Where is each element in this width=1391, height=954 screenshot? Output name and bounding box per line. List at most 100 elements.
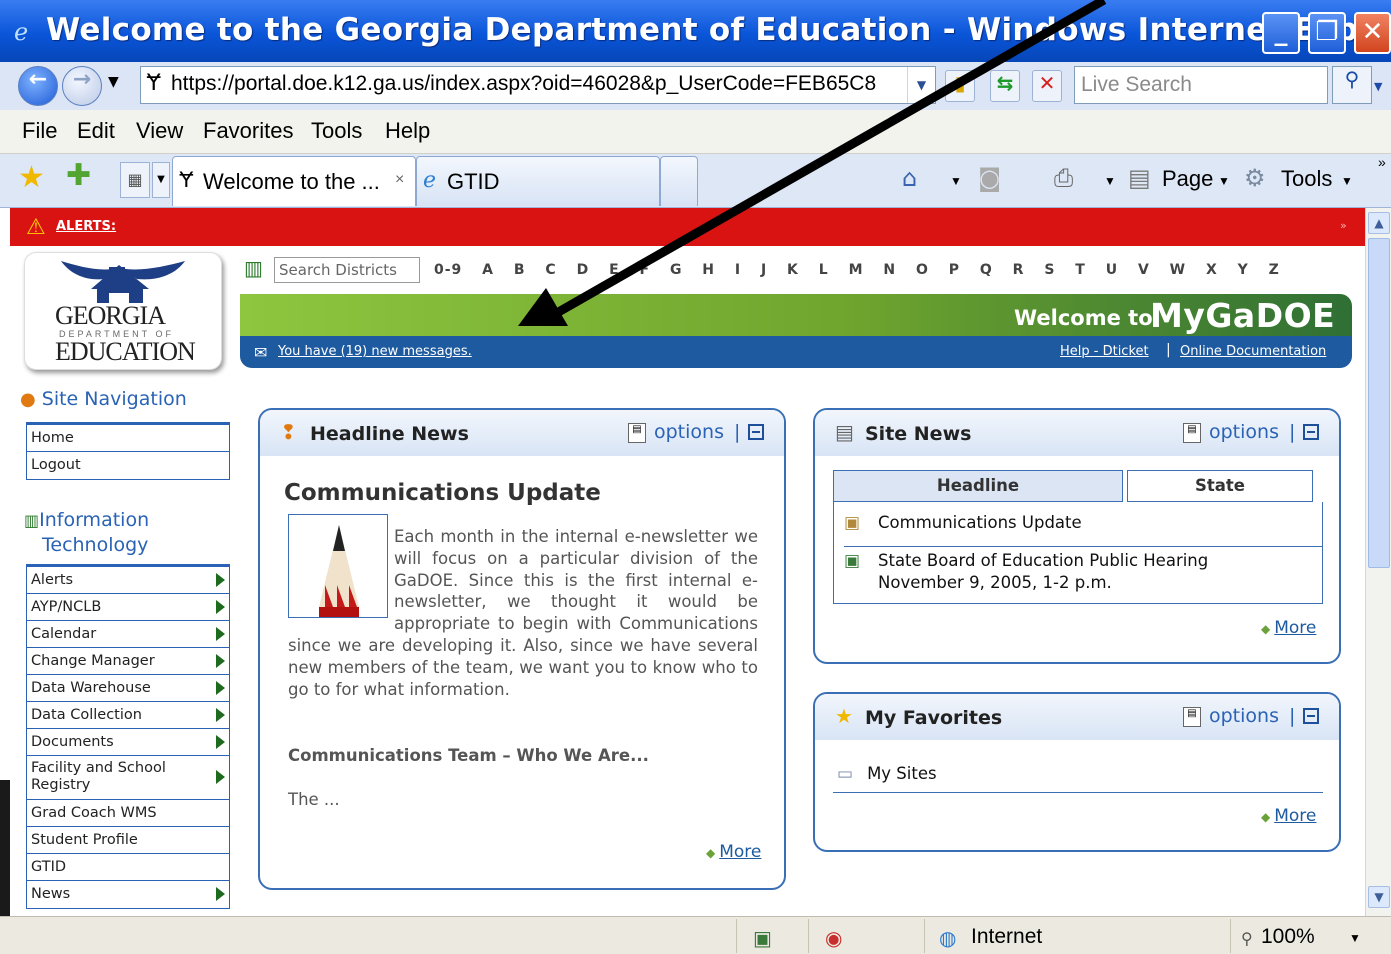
nav-item-grad-coach[interactable]: Grad Coach WMS <box>27 800 229 827</box>
security-lock-icon[interactable]: ▮ <box>945 70 975 102</box>
url-text[interactable]: https://portal.doe.k12.ga.us/index.aspx?… <box>171 72 905 96</box>
print-dropdown-icon[interactable]: ▼ <box>1104 174 1116 188</box>
chevron-more-icon[interactable]: » <box>1378 154 1386 170</box>
page-scrollbar[interactable]: ▲ ▼ <box>1365 208 1391 916</box>
address-toolbar: ← → ▼ Ɏ https://portal.doe.k12.ga.us/ind… <box>0 62 1391 110</box>
privacy-icon[interactable]: ◉ <box>825 926 842 950</box>
site-news-more-link[interactable]: ◆ More <box>1261 618 1316 638</box>
help-dticket-link[interactable]: Help - Dticket <box>1060 344 1149 359</box>
district-alphabet-links[interactable]: 0-9 A B C D E F G H I J K L M N O P Q R … <box>434 262 1280 278</box>
nav-item-alerts[interactable]: Alerts <box>27 567 229 594</box>
envelope-icon: ✉ <box>254 343 268 362</box>
favorites-more-link[interactable]: ◆ More <box>1261 806 1316 826</box>
options-icon[interactable]: ▤ <box>628 423 646 443</box>
options-link[interactable]: options <box>1209 705 1279 727</box>
headline-news-portlet: ❢ Headline News ▤ options | Communicatio… <box>258 408 786 890</box>
address-dropdown-icon[interactable]: ▼ <box>907 67 935 103</box>
scroll-down-icon[interactable]: ▼ <box>1368 886 1390 908</box>
refresh-icon[interactable]: ⇆ <box>990 70 1020 102</box>
nav-item-home[interactable]: Home <box>27 425 229 452</box>
tab-gtid[interactable]: ℯ GTID <box>416 156 660 206</box>
nav-item-documents[interactable]: Documents <box>27 729 229 756</box>
nav-item-change-manager[interactable]: Change Manager <box>27 648 229 675</box>
search-districts-input[interactable]: Search Districts <box>274 257 420 283</box>
alerts-scroll-icon[interactable]: » <box>1340 219 1347 232</box>
headline-more-link[interactable]: ◆ More <box>706 842 761 862</box>
nav-item-data-collection[interactable]: Data Collection <box>27 702 229 729</box>
menu-favorites[interactable]: Favorites <box>203 118 293 144</box>
alerts-link[interactable]: ALERTS: <box>56 219 116 234</box>
nav-item-news[interactable]: News <box>27 881 229 908</box>
menu-file[interactable]: File <box>22 118 57 144</box>
recent-pages-dropdown-icon[interactable]: ▼ <box>108 74 119 90</box>
nav-item-data-warehouse[interactable]: Data Warehouse <box>27 675 229 702</box>
zoom-dropdown-icon[interactable]: ▼ <box>1349 931 1361 945</box>
more-arrow-icon: ◆ <box>1261 810 1271 824</box>
options-link[interactable]: options <box>654 421 724 443</box>
scroll-up-icon[interactable]: ▲ <box>1368 212 1390 234</box>
page-menu[interactable]: Page <box>1162 166 1213 192</box>
minimize-portlet-icon[interactable] <box>748 424 764 440</box>
options-icon[interactable]: ▤ <box>1183 707 1201 727</box>
tools-menu[interactable]: Tools <box>1281 166 1332 192</box>
nav-item-logout[interactable]: Logout <box>27 452 229 479</box>
add-to-favorites-icon[interactable]: ✚ <box>66 158 91 193</box>
site-navigation-heading: ● Site Navigation <box>20 388 187 410</box>
search-options-dropdown-icon[interactable]: ▼ <box>1374 80 1382 93</box>
menu-help[interactable]: Help <box>385 118 430 144</box>
home-dropdown-icon[interactable]: ▼ <box>950 174 962 188</box>
menu-tools[interactable]: Tools <box>311 118 362 144</box>
tools-dropdown-icon[interactable]: ▼ <box>1341 174 1353 188</box>
search-input[interactable]: Live Search <box>1074 66 1328 104</box>
tab-list-dropdown-icon[interactable]: ▼ <box>152 162 170 198</box>
zoom-control[interactable]: ⚲ 100% ▼ <box>1230 919 1391 953</box>
nav-item-gtid[interactable]: GTID <box>27 854 229 881</box>
browser-window: ℯ Welcome to the Georgia Department of E… <box>0 0 1391 954</box>
options-icon[interactable]: ▤ <box>1183 423 1201 443</box>
expand-arrow-icon <box>216 600 225 614</box>
quick-tabs-icon[interactable]: ▦ <box>120 162 150 198</box>
nav-item-calendar[interactable]: Calendar <box>27 621 229 648</box>
tab-label: GTID <box>447 169 500 194</box>
tab-close-icon[interactable]: × <box>395 171 404 189</box>
new-messages-link[interactable]: You have (19) new messages. <box>278 344 472 359</box>
tab-state[interactable]: State <box>1127 470 1313 502</box>
search-icon[interactable]: ⚲ <box>1332 66 1372 104</box>
gadoe-logo[interactable]: GEORGIA DEPARTMENT OF EDUCATION <box>24 252 222 370</box>
article-title[interactable]: Communications Update <box>284 480 601 506</box>
print-icon[interactable]: ⎙ <box>1054 164 1073 192</box>
close-button[interactable]: ✕ <box>1354 12 1391 54</box>
maximize-button[interactable]: ❐ <box>1308 12 1346 54</box>
back-button[interactable]: ← <box>18 66 58 106</box>
options-separator: | <box>1289 705 1296 727</box>
online-documentation-link[interactable]: Online Documentation <box>1180 344 1326 359</box>
tab-welcome[interactable]: Ɏ Welcome to the ... × <box>172 156 416 206</box>
options-link[interactable]: options <box>1209 421 1279 443</box>
menu-edit[interactable]: Edit <box>77 118 115 144</box>
minimize-portlet-icon[interactable] <box>1303 424 1319 440</box>
stop-icon[interactable]: ✕ <box>1032 70 1062 102</box>
status-segment: ▣ <box>736 919 796 953</box>
tab-headline[interactable]: Headline <box>833 470 1123 502</box>
nav-item-facility-registry[interactable]: Facility and School Registry <box>27 756 229 800</box>
menu-view[interactable]: View <box>136 118 183 144</box>
forward-button[interactable]: → <box>62 66 102 106</box>
welcome-banner: Welcome to MyGaDOE <box>240 294 1352 336</box>
home-icon[interactable]: ⌂ <box>902 164 917 192</box>
address-field[interactable]: Ɏ https://portal.doe.k12.ga.us/index.asp… <box>140 66 936 104</box>
new-tab-button[interactable] <box>660 156 698 206</box>
expand-arrow-icon <box>216 573 225 587</box>
portlet-title: My Favorites <box>865 707 1003 729</box>
minimize-button[interactable]: _ <box>1262 12 1300 54</box>
minimize-portlet-icon[interactable] <box>1303 708 1319 724</box>
scroll-thumb[interactable] <box>1368 238 1390 568</box>
expand-arrow-icon <box>216 627 225 641</box>
expand-arrow-icon <box>216 770 225 784</box>
article-body: Each month in the internal e-newsletter … <box>288 527 758 699</box>
list-item[interactable]: ▭ My Sites <box>837 764 937 784</box>
feeds-icon[interactable]: ◙ <box>978 164 1001 192</box>
nav-item-student-profile[interactable]: Student Profile <box>27 827 229 854</box>
page-dropdown-icon[interactable]: ▼ <box>1218 174 1230 188</box>
nav-item-ayp-nclb[interactable]: AYP/NCLB <box>27 594 229 621</box>
favorites-center-icon[interactable]: ★ <box>18 160 45 195</box>
